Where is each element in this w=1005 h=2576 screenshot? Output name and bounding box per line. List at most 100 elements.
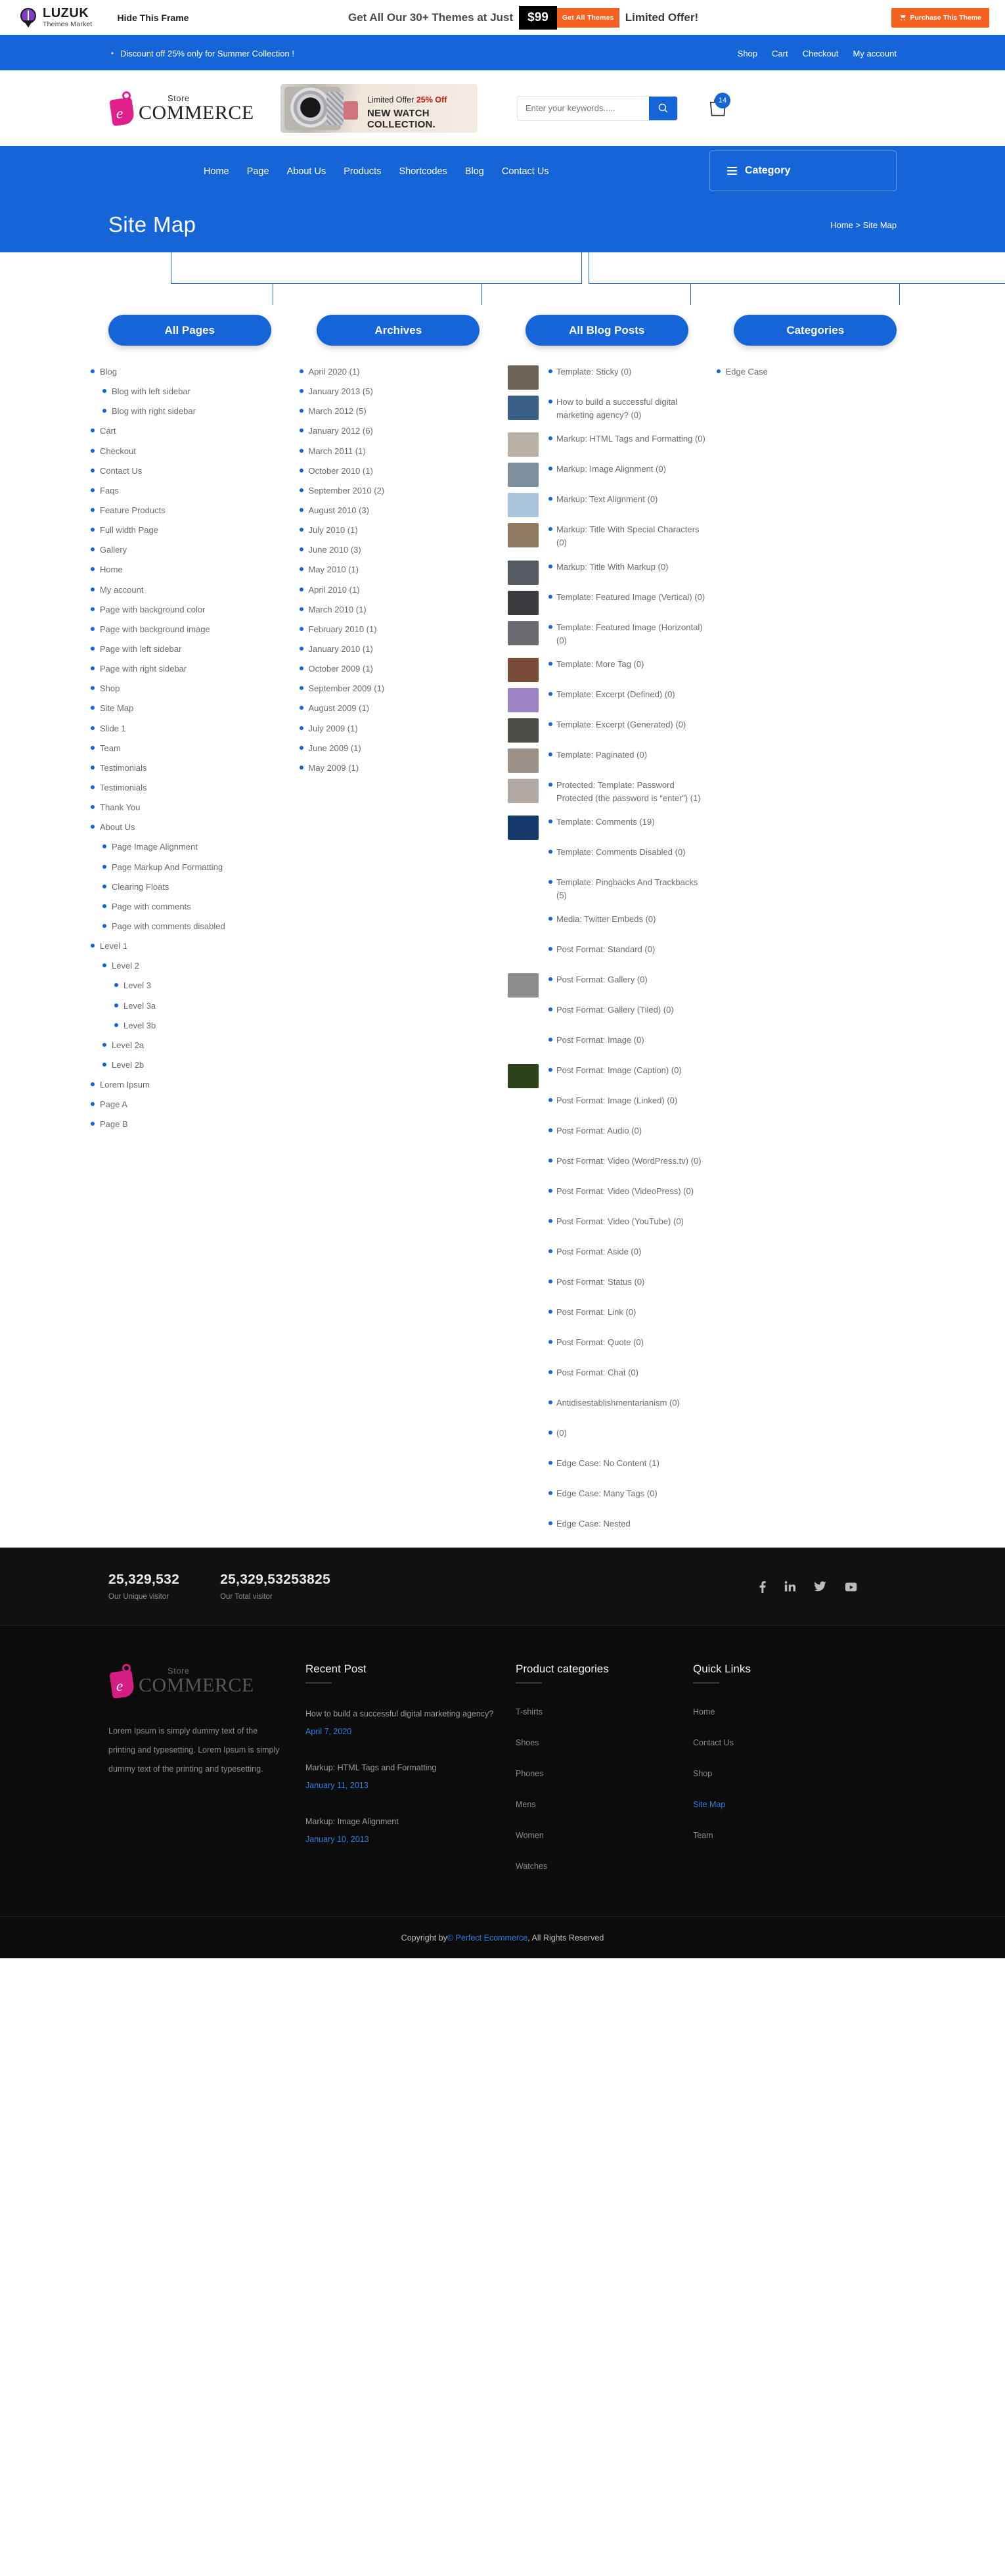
- hide-frame-button[interactable]: Hide This Frame: [118, 12, 189, 23]
- sitemap-page-item[interactable]: Blog: [91, 365, 289, 379]
- sitemap-page-item[interactable]: Gallery: [91, 543, 289, 557]
- footer-category-link[interactable]: Watches: [516, 1862, 693, 1871]
- top-link-shop[interactable]: Shop: [738, 49, 757, 58]
- sitemap-blog-post-item[interactable]: Markup: HTML Tags and Formatting (0): [508, 432, 706, 457]
- sitemap-page-item[interactable]: Contact Us: [91, 465, 289, 478]
- sitemap-archive-item[interactable]: April 2010 (1): [299, 584, 498, 597]
- footer-recent-post[interactable]: Markup: HTML Tags and Formatting January …: [305, 1761, 516, 1790]
- sitemap-page-item[interactable]: Testimonials: [91, 781, 289, 794]
- sitemap-page-item[interactable]: Page with left sidebar: [91, 643, 289, 656]
- nav-item-products[interactable]: Products: [344, 166, 381, 177]
- footer-quick-link[interactable]: Team: [693, 1831, 857, 1840]
- nav-item-contact-us[interactable]: Contact Us: [502, 166, 549, 177]
- sitemap-blog-post-item[interactable]: Post Format: Gallery (0): [508, 973, 706, 998]
- sitemap-blog-post-item[interactable]: Post Format: Gallery (Tiled) (0): [508, 1003, 706, 1023]
- tab-categories[interactable]: Categories: [734, 315, 897, 346]
- sitemap-page-item[interactable]: Blog with right sidebar: [91, 405, 289, 418]
- footer-category-link[interactable]: Mens: [516, 1800, 693, 1809]
- sitemap-blog-post-item[interactable]: Post Format: Video (YouTube) (0): [508, 1215, 706, 1235]
- cart-button[interactable]: 14: [708, 92, 732, 122]
- sitemap-archive-item[interactable]: October 2009 (1): [299, 662, 498, 676]
- sitemap-blog-post-item[interactable]: Antidisestablishmentarianism (0): [508, 1396, 706, 1416]
- top-link-checkout[interactable]: Checkout: [803, 49, 839, 58]
- nav-item-shortcodes[interactable]: Shortcodes: [399, 166, 447, 177]
- sitemap-archive-item[interactable]: March 2012 (5): [299, 405, 498, 418]
- sitemap-page-item[interactable]: About Us: [91, 821, 289, 834]
- sitemap-blog-post-item[interactable]: Template: Excerpt (Generated) (0): [508, 718, 706, 743]
- sitemap-page-item[interactable]: Level 2: [91, 959, 289, 973]
- sitemap-blog-post-item[interactable]: Markup: Image Alignment (0): [508, 463, 706, 488]
- sitemap-blog-post-item[interactable]: Template: Comments Disabled (0): [508, 846, 706, 865]
- sitemap-blog-post-item[interactable]: Markup: Title With Markup (0): [508, 560, 706, 585]
- sitemap-page-item[interactable]: Home: [91, 563, 289, 576]
- sitemap-page-item[interactable]: Level 2a: [91, 1039, 289, 1052]
- sitemap-page-item[interactable]: Page A: [91, 1098, 289, 1111]
- sitemap-page-item[interactable]: Page with right sidebar: [91, 662, 289, 676]
- sitemap-blog-post-item[interactable]: Post Format: Image (Linked) (0): [508, 1094, 706, 1114]
- footer-quick-link[interactable]: Contact Us: [693, 1738, 857, 1747]
- sitemap-page-item[interactable]: Faqs: [91, 484, 289, 497]
- sitemap-blog-post-item[interactable]: Template: Comments (19): [508, 816, 706, 840]
- sitemap-blog-post-item[interactable]: Template: Paginated (0): [508, 748, 706, 773]
- sitemap-page-item[interactable]: Site Map: [91, 702, 289, 715]
- sitemap-page-item[interactable]: Level 3a: [91, 1000, 289, 1013]
- sitemap-blog-post-item[interactable]: Markup: Title With Special Characters (0…: [508, 523, 706, 549]
- sitemap-page-item[interactable]: Page with comments: [91, 900, 289, 913]
- sitemap-page-item[interactable]: Page with background image: [91, 623, 289, 636]
- purchase-theme-button[interactable]: Purchase This Theme: [891, 7, 989, 28]
- sitemap-page-item[interactable]: My account: [91, 584, 289, 597]
- sitemap-blog-post-item[interactable]: Template: Featured Image (Horizontal) (0…: [508, 620, 706, 647]
- site-logo[interactable]: e Store COMMERCE: [108, 90, 266, 127]
- sitemap-archive-item[interactable]: March 2011 (1): [299, 445, 498, 458]
- sitemap-blog-post-item[interactable]: Post Format: Status (0): [508, 1276, 706, 1295]
- sitemap-blog-post-item[interactable]: Post Format: Standard (0): [508, 943, 706, 963]
- search-button[interactable]: [649, 96, 677, 120]
- sitemap-blog-post-item[interactable]: Protected: Template: Password Protected …: [508, 778, 706, 805]
- sitemap-page-item[interactable]: Page B: [91, 1118, 289, 1131]
- sitemap-page-item[interactable]: Level 1: [91, 940, 289, 953]
- sitemap-page-item[interactable]: Level 3b: [91, 1019, 289, 1032]
- sitemap-page-item[interactable]: Level 2b: [91, 1059, 289, 1072]
- sitemap-archive-item[interactable]: June 2010 (3): [299, 543, 498, 557]
- sitemap-archive-item[interactable]: January 2010 (1): [299, 643, 498, 656]
- nav-item-about-us[interactable]: About Us: [287, 166, 326, 177]
- breadcrumb[interactable]: Home > Site Map: [830, 220, 897, 230]
- sitemap-page-item[interactable]: Cart: [91, 425, 289, 438]
- sitemap-page-item[interactable]: Thank You: [91, 801, 289, 814]
- sitemap-blog-post-item[interactable]: (0): [508, 1427, 706, 1446]
- sitemap-blog-post-item[interactable]: Template: Featured Image (Vertical) (0): [508, 590, 706, 615]
- footer-quick-link[interactable]: Home: [693, 1707, 857, 1716]
- sitemap-blog-post-item[interactable]: Media: Twitter Embeds (0): [508, 913, 706, 932]
- sitemap-blog-post-item[interactable]: Post Format: Chat (0): [508, 1366, 706, 1386]
- sitemap-archive-item[interactable]: August 2010 (3): [299, 504, 498, 517]
- sitemap-page-item[interactable]: Checkout: [91, 445, 289, 458]
- sitemap-archive-item[interactable]: February 2010 (1): [299, 623, 498, 636]
- facebook-icon[interactable]: [759, 1580, 766, 1594]
- sitemap-archive-item[interactable]: October 2010 (1): [299, 465, 498, 478]
- sitemap-archive-item[interactable]: June 2009 (1): [299, 742, 498, 755]
- sitemap-blog-post-item[interactable]: Post Format: Aside (0): [508, 1245, 706, 1265]
- footer-category-link[interactable]: Phones: [516, 1769, 693, 1778]
- sitemap-blog-post-item[interactable]: Post Format: Audio (0): [508, 1124, 706, 1144]
- sitemap-blog-post-item[interactable]: Template: Sticky (0): [508, 365, 706, 390]
- nav-item-page[interactable]: Page: [247, 166, 269, 177]
- sitemap-blog-post-item[interactable]: Post Format: Image (Caption) (0): [508, 1064, 706, 1089]
- tab-all-blog-posts[interactable]: All Blog Posts: [525, 315, 688, 346]
- sitemap-blog-post-item[interactable]: Edge Case: No Content (1): [508, 1457, 706, 1477]
- sitemap-page-item[interactable]: Feature Products: [91, 504, 289, 517]
- sitemap-page-item[interactable]: Page Image Alignment: [91, 840, 289, 854]
- nav-item-blog[interactable]: Blog: [465, 166, 484, 177]
- footer-quick-link[interactable]: Site Map: [693, 1800, 857, 1809]
- youtube-icon[interactable]: [845, 1580, 857, 1593]
- sitemap-blog-post-item[interactable]: Post Format: Video (VideoPress) (0): [508, 1185, 706, 1205]
- sitemap-blog-post-item[interactable]: Edge Case: Nested: [508, 1517, 706, 1537]
- footer-category-link[interactable]: T-shirts: [516, 1707, 693, 1716]
- sitemap-blog-post-item[interactable]: Post Format: Video (WordPress.tv) (0): [508, 1155, 706, 1174]
- sitemap-blog-post-item[interactable]: Post Format: Link (0): [508, 1306, 706, 1325]
- category-menu-button[interactable]: Category: [709, 150, 897, 191]
- sitemap-page-item[interactable]: Clearing Floats: [91, 881, 289, 894]
- sitemap-archive-item[interactable]: March 2010 (1): [299, 603, 498, 616]
- sitemap-page-item[interactable]: Shop: [91, 682, 289, 695]
- sitemap-archive-item[interactable]: May 2010 (1): [299, 563, 498, 576]
- sitemap-category-item[interactable]: Edge Case: [716, 365, 915, 379]
